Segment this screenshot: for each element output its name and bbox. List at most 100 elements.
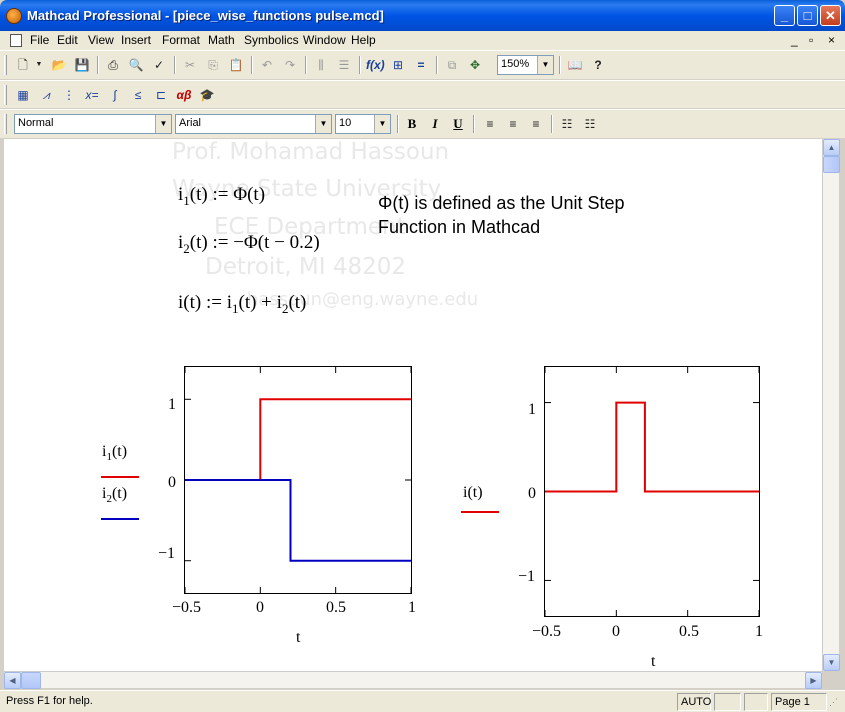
separator [397, 115, 399, 133]
spell-check-icon[interactable]: ✓ [150, 56, 168, 74]
worksheet[interactable]: Prof. Mohamad Hassoun Wayne State Univer… [4, 139, 822, 671]
menu-view[interactable]: View [88, 33, 114, 47]
align-right-icon[interactable]: ≡ [527, 115, 545, 133]
horizontal-scrollbar[interactable]: ◀ ▶ [4, 671, 822, 689]
underline-button[interactable]: U [449, 115, 467, 133]
open-folder-icon[interactable]: 📂 [50, 56, 68, 74]
undo-icon[interactable]: ↶ [258, 56, 276, 74]
style-select[interactable]: Normal ▼ [14, 114, 172, 134]
bold-button[interactable]: B [403, 115, 421, 133]
print-icon[interactable]: ⎙ [104, 56, 122, 74]
chevron-down-icon[interactable]: ▼ [315, 115, 331, 133]
plot-i1-i2[interactable] [184, 366, 412, 594]
menu-symbolics[interactable]: Symbolics [244, 33, 299, 47]
boolean-icon[interactable]: ≤ [129, 86, 147, 104]
menu-math[interactable]: Math [208, 33, 235, 47]
doc-restore-button[interactable]: ▫ [809, 33, 813, 47]
document-icon[interactable] [10, 34, 22, 47]
chevron-down-icon[interactable]: ▼ [537, 56, 553, 74]
note-line: Function in Mathcad [378, 217, 541, 237]
menu-help[interactable]: Help [351, 33, 376, 47]
text-note[interactable]: Φ(t) is defined as the Unit Step Functio… [378, 191, 624, 239]
matrix-icon[interactable]: ⋮ [60, 86, 78, 104]
y-tick-label: 0 [528, 485, 536, 502]
align-left-icon[interactable]: ≡ [481, 115, 499, 133]
insert-unit-icon[interactable]: ⊞ [389, 56, 407, 74]
menu-file[interactable]: File [30, 33, 49, 47]
minimize-button[interactable]: _ [774, 5, 795, 26]
doc-close-button[interactable]: × [828, 33, 835, 47]
eq-text: (t) := −Φ(t − 0.2) [189, 232, 320, 253]
vertical-scrollbar[interactable]: ▲ ▼ [822, 139, 840, 671]
new-document-icon[interactable]: 🗋 [14, 56, 32, 74]
scroll-left-icon[interactable]: ◀ [4, 672, 21, 689]
eq-text: i(t) := i [178, 292, 232, 313]
equation-i2[interactable]: i2(t) := −Φ(t − 0.2) [178, 232, 320, 257]
menu-edit[interactable]: Edit [57, 33, 78, 47]
bullet-list-icon[interactable]: ☷ [558, 115, 576, 133]
italic-button[interactable]: I [426, 115, 444, 133]
align-center-icon[interactable]: ≡ [504, 115, 522, 133]
equation-i1[interactable]: i1(t) := Φ(t) [178, 184, 265, 209]
insert-function-icon[interactable]: f(x) [366, 56, 385, 74]
new-dropdown-icon[interactable]: ▼ [34, 56, 44, 74]
separator [305, 56, 307, 74]
x-tick-label: 0.5 [326, 599, 346, 616]
toolbar-grip[interactable] [4, 85, 7, 105]
resource-center-icon[interactable]: ✥ [466, 56, 484, 74]
doc-minimize-button[interactable]: _ [791, 33, 798, 47]
help-icon[interactable]: ? [589, 56, 607, 74]
menu-format[interactable]: Format [162, 33, 200, 47]
programming-icon[interactable]: ⊏ [152, 86, 170, 104]
chevron-down-icon[interactable]: ▼ [155, 115, 171, 133]
graph-icon[interactable]: ⩘ [37, 86, 55, 104]
close-button[interactable]: ✕ [820, 5, 841, 26]
scroll-up-icon[interactable]: ▲ [823, 139, 840, 156]
resize-grip-icon[interactable]: ⋰ [829, 697, 841, 709]
font-select[interactable]: Arial ▼ [175, 114, 332, 134]
vertical-scroll-thumb[interactable] [823, 156, 840, 173]
separator [251, 56, 253, 74]
chevron-down-icon[interactable]: ▼ [374, 115, 390, 133]
zoom-select[interactable]: 150% ▼ [497, 55, 554, 75]
series-line-1 [545, 401, 759, 493]
redo-icon[interactable]: ↷ [281, 56, 299, 74]
y-tick-label: 1 [528, 401, 536, 418]
horizontal-scroll-thumb[interactable] [21, 672, 41, 689]
separator [436, 56, 438, 74]
copy-icon[interactable]: ⎘ [204, 56, 222, 74]
mathcad-app-icon[interactable] [6, 8, 22, 24]
electronic-book-icon[interactable]: 📖 [566, 56, 584, 74]
print-preview-icon[interactable]: 🔍 [127, 56, 145, 74]
status-pane-empty [714, 693, 741, 711]
menu-window[interactable]: Window [303, 33, 346, 47]
series-line-2 [185, 479, 411, 562]
toolbar-grip[interactable] [4, 55, 7, 75]
paste-icon[interactable]: 📋 [227, 56, 245, 74]
calculator-icon[interactable]: ▦ [14, 86, 32, 104]
scroll-right-icon[interactable]: ▶ [805, 672, 822, 689]
eq-text: (t) + i [238, 292, 282, 313]
insert-component-icon[interactable]: ⧉ [443, 56, 461, 74]
maximize-button[interactable]: □ [797, 5, 818, 26]
greek-icon[interactable]: αβ [175, 86, 193, 104]
align-across-icon[interactable]: ⫼ [312, 56, 330, 74]
save-icon[interactable]: 💾 [73, 56, 91, 74]
calculus-icon[interactable]: ∫ [106, 86, 124, 104]
x-tick-label: 0 [256, 599, 264, 616]
evaluation-icon[interactable]: x= [83, 86, 101, 104]
separator [97, 56, 99, 74]
cut-icon[interactable]: ✂ [181, 56, 199, 74]
calculate-icon[interactable]: = [412, 56, 430, 74]
x-axis-label: t [651, 653, 656, 670]
font-size-select[interactable]: 10 ▼ [335, 114, 391, 134]
status-bar: Press F1 for help. AUTO Page 1 ⋰ [0, 690, 845, 712]
menu-insert[interactable]: Insert [121, 33, 151, 47]
plot-i[interactable] [544, 366, 760, 617]
equation-i-sum[interactable]: i(t) := i1(t) + i2(t) [178, 292, 306, 317]
toolbar-grip[interactable] [4, 114, 7, 134]
align-down-icon[interactable]: ☰ [335, 56, 353, 74]
numbered-list-icon[interactable]: ☷ [581, 115, 599, 133]
scroll-down-icon[interactable]: ▼ [823, 654, 840, 671]
symbolic-icon[interactable]: 🎓 [198, 86, 216, 104]
